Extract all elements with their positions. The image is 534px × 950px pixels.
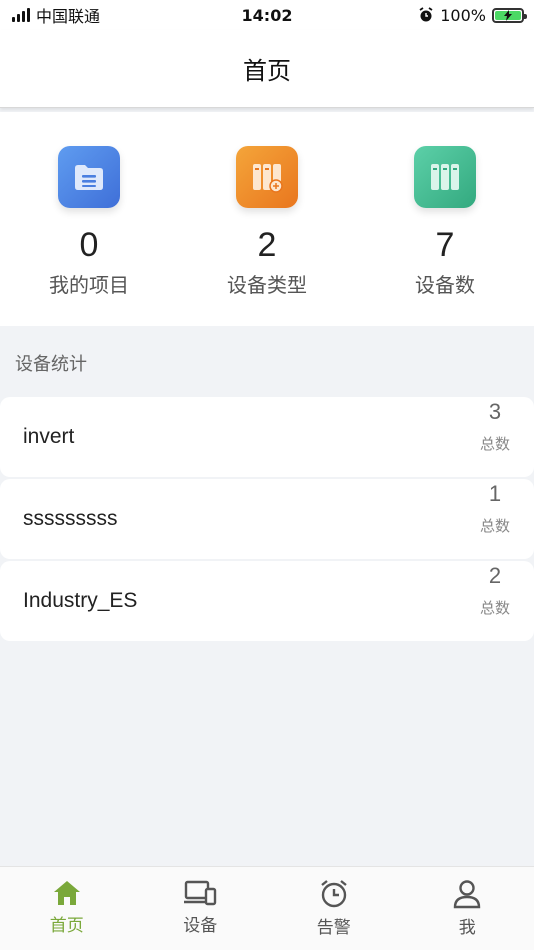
battery-percent: 100% <box>440 5 486 25</box>
battery-icon <box>492 7 527 23</box>
device-count-box: 2 总数 <box>480 563 510 618</box>
devices-icon <box>184 880 217 906</box>
tab-alarms[interactable]: 告警 <box>267 867 401 950</box>
status-bar: 中国联通 14:02 100% <box>0 0 534 30</box>
section-title: 设备统计 <box>15 354 87 375</box>
stat-label: 我的项目 <box>49 273 129 297</box>
stat-value: 0 <box>79 226 99 264</box>
stat-device-types[interactable]: 2 设备类型 <box>178 112 356 326</box>
stat-device-count[interactable]: 7 设备数 <box>356 112 534 326</box>
home-icon <box>53 881 80 905</box>
tab-bar: 首页 设备 告警 我 <box>0 866 534 950</box>
alarm-icon <box>419 7 433 22</box>
list-item[interactable]: Industry_ES 2 总数 <box>0 561 534 641</box>
tab-me[interactable]: 我 <box>401 867 534 950</box>
device-name: sssssssss <box>23 507 118 530</box>
device-count-box: 3 总数 <box>480 399 510 454</box>
signal-icon <box>12 8 30 22</box>
tab-home[interactable]: 首页 <box>0 867 134 950</box>
stat-my-projects[interactable]: 0 我的项目 <box>0 112 178 326</box>
device-name: Industry_ES <box>23 589 138 612</box>
tab-label: 设备 <box>183 916 218 936</box>
stat-label: 设备类型 <box>227 273 307 297</box>
device-list: invert 3 总数 sssssssss 1 总数 Industry_ES 2… <box>0 397 534 643</box>
tab-devices[interactable]: 设备 <box>134 867 268 950</box>
stat-label: 设备数 <box>415 273 475 297</box>
device-name: invert <box>23 425 75 448</box>
tab-label: 我 <box>458 918 476 938</box>
device-count-box: 1 总数 <box>480 481 510 536</box>
nav-bar: 首页 <box>0 30 534 108</box>
stat-value: 2 <box>257 226 277 264</box>
device-count-icon <box>414 146 476 208</box>
device-count: 2 <box>488 563 502 588</box>
device-count-label: 总数 <box>479 435 510 453</box>
list-item[interactable]: invert 3 总数 <box>0 397 534 477</box>
device-count: 3 <box>488 399 502 424</box>
carrier-label: 中国联通 <box>36 7 101 26</box>
tab-label: 首页 <box>49 916 84 936</box>
device-type-icon <box>236 146 298 208</box>
page-title: 首页 <box>243 57 291 85</box>
device-count: 1 <box>488 481 502 506</box>
folder-icon <box>58 146 120 208</box>
tab-label: 告警 <box>316 918 351 938</box>
stat-value: 7 <box>435 226 455 264</box>
status-right: 100% <box>418 5 527 25</box>
device-count-label: 总数 <box>479 599 510 617</box>
device-count-label: 总数 <box>479 517 510 535</box>
status-left: 中国联通 <box>12 3 100 27</box>
alarm-clock-icon <box>321 880 347 908</box>
user-icon <box>454 880 481 909</box>
list-item[interactable]: sssssssss 1 总数 <box>0 479 534 559</box>
stats-panel: 0 我的项目 2 设备类型 7 设备数 <box>0 112 534 326</box>
